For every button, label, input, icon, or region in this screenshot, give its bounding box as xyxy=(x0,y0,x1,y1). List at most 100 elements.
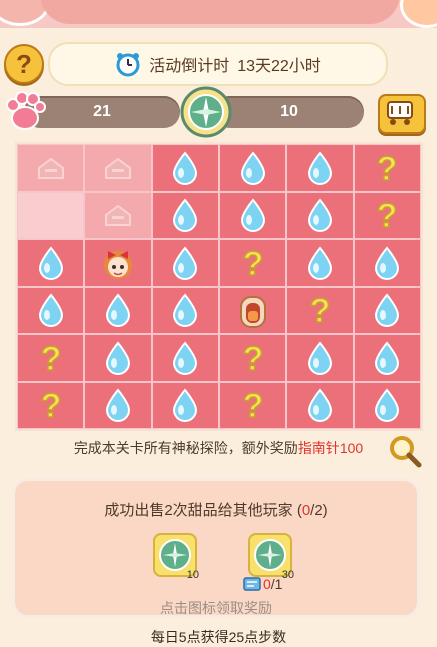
water-drop-icon xyxy=(173,293,198,328)
board-cell[interactable] xyxy=(84,334,152,382)
board-cell[interactable]: ? xyxy=(17,381,85,429)
compass-count: 10 xyxy=(280,103,298,120)
house-icon xyxy=(104,205,131,227)
board-cell[interactable] xyxy=(84,191,152,239)
water-drop-icon xyxy=(38,293,63,328)
board-cell[interactable] xyxy=(353,334,421,382)
water-drop-icon xyxy=(173,151,198,185)
board-cell[interactable] xyxy=(84,381,152,429)
water-drop-icon xyxy=(375,388,400,423)
water-drop-icon xyxy=(105,388,130,423)
shop-cart-button[interactable] xyxy=(378,94,426,134)
completion-bonus-text: 完成本关卡所有神秘探险，额外奖励指南针100 xyxy=(0,438,437,458)
board-cell[interactable] xyxy=(17,286,85,334)
board-cell[interactable] xyxy=(286,191,354,239)
water-drop-icon xyxy=(307,341,332,375)
board-cell[interactable] xyxy=(151,334,219,382)
water-drop-icon xyxy=(307,246,332,280)
board-cell[interactable] xyxy=(286,239,354,287)
house-icon xyxy=(37,157,64,179)
water-drop-icon xyxy=(173,198,198,233)
water-drop-icon xyxy=(307,151,332,185)
exploration-board: ???????? xyxy=(15,142,423,431)
board-cell[interactable] xyxy=(286,381,354,429)
countdown-label: 活动倒计时 xyxy=(149,58,230,75)
svg-text:?: ? xyxy=(242,245,263,281)
board-cell[interactable]: ? xyxy=(353,144,421,192)
compass-icon xyxy=(180,86,232,138)
daily-steps-note: 每日5点获得25点步数 xyxy=(150,629,287,645)
board-cell[interactable] xyxy=(219,144,287,192)
ticket-icon xyxy=(243,577,261,591)
board-cell[interactable] xyxy=(17,239,85,287)
event-countdown: 活动倒计时 13天22小时 xyxy=(48,42,388,86)
ticket-current: 0 xyxy=(263,576,271,592)
reward-qty: 10 xyxy=(186,569,199,581)
bonus-reward-amount: 100 xyxy=(339,440,364,456)
player-avatar-icon xyxy=(103,250,132,279)
board-cell[interactable] xyxy=(84,286,152,334)
svg-text:?: ? xyxy=(40,387,61,423)
help-button[interactable]: ? xyxy=(4,44,44,84)
ticket-total: /1 xyxy=(270,576,283,592)
task-description: 成功出售2次甜品给其他玩家 (0/2) xyxy=(15,499,417,520)
board-cell[interactable] xyxy=(151,381,219,429)
magnifier-icon[interactable] xyxy=(388,434,422,468)
board-cell[interactable] xyxy=(151,191,219,239)
board-cell[interactable] xyxy=(286,334,354,382)
question-mark-icon: ? xyxy=(242,245,264,281)
water-drop-icon xyxy=(240,198,265,233)
board-cell[interactable]: ? xyxy=(286,286,354,334)
board-cell[interactable] xyxy=(84,144,152,192)
board-cell[interactable]: ? xyxy=(219,239,287,287)
question-mark-icon: ? xyxy=(242,387,264,423)
question-mark-icon: ? xyxy=(40,340,62,376)
bonus-reward-name: 指南针 xyxy=(297,440,340,456)
board-cell[interactable] xyxy=(151,239,219,287)
board-cell[interactable] xyxy=(219,191,287,239)
water-drop-icon xyxy=(173,341,198,375)
board-cell[interactable] xyxy=(17,144,85,192)
board-cell[interactable] xyxy=(353,381,421,429)
question-mark-icon: ? xyxy=(40,387,62,423)
board-cell[interactable] xyxy=(353,286,421,334)
water-drop-icon xyxy=(375,293,400,328)
paw-count: 21 xyxy=(93,103,111,120)
paw-icon xyxy=(6,91,46,130)
water-drop-icon xyxy=(38,246,63,280)
water-drop-icon xyxy=(173,246,198,280)
board-cell[interactable] xyxy=(151,286,219,334)
board-cell[interactable] xyxy=(219,286,287,334)
ticket-count: 0/1 xyxy=(263,576,282,592)
board-cell[interactable]: ? xyxy=(353,191,421,239)
bonus-prefix: 完成本关卡所有神秘探险，额外奖励 xyxy=(73,440,298,456)
task-text: 成功出售2次甜品给其他玩家 ( xyxy=(104,502,302,519)
svg-text:?: ? xyxy=(377,150,398,186)
cart-icon xyxy=(387,101,413,125)
board-cell[interactable]: ? xyxy=(219,334,287,382)
board-cell[interactable] xyxy=(17,191,85,239)
close-button[interactable] xyxy=(400,0,437,28)
board-cell[interactable] xyxy=(286,144,354,192)
reward-item-1[interactable]: 10 xyxy=(153,533,199,581)
reward-item-2[interactable]: 30 xyxy=(248,533,294,581)
task-progress-total: /2) xyxy=(310,502,328,519)
svg-text:?: ? xyxy=(40,340,61,376)
reward-qty: 30 xyxy=(281,569,294,581)
board-cell[interactable]: ? xyxy=(219,381,287,429)
question-mark-icon: ? xyxy=(376,150,398,186)
top-banner xyxy=(0,0,437,28)
board-cell[interactable] xyxy=(151,144,219,192)
board-cell[interactable]: ? xyxy=(17,334,85,382)
board-cell[interactable] xyxy=(353,239,421,287)
countdown-value: 13天22小时 xyxy=(237,58,321,75)
question-mark-icon: ? xyxy=(309,292,331,328)
water-drop-icon xyxy=(307,388,332,423)
svg-text:?: ? xyxy=(377,197,398,233)
water-drop-icon xyxy=(105,341,130,375)
house-icon xyxy=(104,157,131,179)
question-mark-icon: ? xyxy=(16,48,32,79)
svg-text:?: ? xyxy=(242,387,263,423)
board-cell[interactable] xyxy=(84,239,152,287)
fireplace-chest-icon xyxy=(239,296,266,329)
